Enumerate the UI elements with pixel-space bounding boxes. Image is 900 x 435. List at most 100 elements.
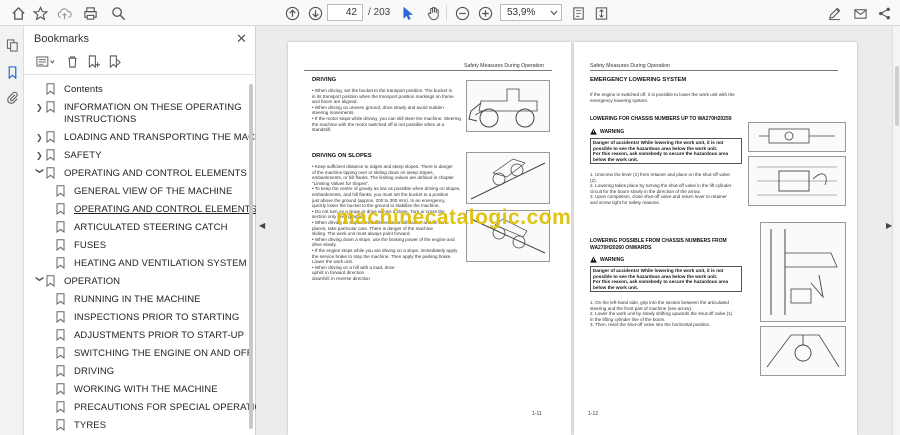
search-icon[interactable] [108,3,128,23]
chevron-right-icon[interactable]: ❯ [36,149,46,160]
bookmark-item[interactable]: RUNNING IN THE MACHINE [56,293,201,311]
chevron-down-icon[interactable]: ❯ [36,168,47,178]
chevron-down-icon [550,10,558,16]
bookmark-item[interactable]: PRECAUTIONS FOR SPECIAL OPERATIONS [56,401,275,419]
bookmark-item[interactable]: ADJUSTMENTS PRIOR TO START-UP [56,329,244,347]
select-cursor-icon[interactable] [397,3,417,23]
valve-figure-4 [760,326,846,376]
new-bookmark-icon[interactable] [85,53,101,69]
bookmark-item[interactable]: Contents [36,83,103,101]
scrollbar-thumb[interactable] [249,84,253,429]
bookmark-label: OPERATION [64,276,121,287]
bookmark-item[interactable]: ARTICULATED STEERING CATCH [56,221,228,239]
star-icon[interactable] [30,3,50,23]
valve-figure-2 [748,156,846,206]
attachments-icon[interactable] [4,89,20,105]
section-title-driving: DRIVING [312,77,337,83]
bookmark-panel-icon[interactable] [4,64,20,80]
bookmark-item[interactable]: TYRES [56,419,106,435]
bookmark-item[interactable]: FUSES [56,239,106,257]
expand-bookmark-icon[interactable] [106,53,122,69]
bookmark-icon [56,401,68,414]
section-title-driving-on-slopes: DRIVING ON SLOPES [312,153,372,159]
page-right: Safety Measures During Operation EMERGEN… [574,42,857,435]
header-rule [304,70,552,71]
page-number-input[interactable]: 42 [327,4,363,21]
zoom-in-icon[interactable] [475,3,495,23]
document-viewport: ◀ ▶ Safety Measures During Operation DRI… [256,26,900,435]
page-left: Safety Measures During Operation DRIVING… [288,42,571,435]
bookmark-options-icon[interactable] [34,53,58,69]
bookmark-icon [56,383,68,396]
warning-label: WARNING [600,256,625,263]
page-number: 1-11 [532,411,542,417]
bookmark-item[interactable]: ❯ LOADING AND TRANSPORTING THE MACHINE [36,131,278,149]
bookmark-icon [56,329,68,342]
bookmark-icon [56,221,68,234]
next-page-icon[interactable] [305,3,325,23]
edit-sign-icon[interactable] [824,3,844,23]
bookmark-label: INFORMATION ON THESE OPERATING INSTRUCTIO… [64,101,242,126]
bookmark-item[interactable]: INSPECTIONS PRIOR TO STARTING [56,311,239,329]
bookmark-icon [56,311,68,324]
delete-bookmark-icon[interactable] [64,53,80,69]
warning-heading-1: WARNING [590,128,624,135]
share-icon[interactable] [874,3,894,23]
email-icon[interactable] [850,3,870,23]
print-icon[interactable] [80,3,100,23]
page-thumbnails-icon[interactable] [4,37,20,53]
navigation-rail [0,26,24,435]
warning-label: WARNING [600,128,625,135]
valve-figure-3 [760,222,846,322]
toolbar: 42 / 203 53,9% [0,0,900,26]
zoom-level-select[interactable]: 53,9% [500,4,562,21]
bookmark-label: Contents [64,84,103,95]
wheel-loader-drawing-icon [468,88,538,128]
chevron-down-icon[interactable]: ❯ [36,276,47,286]
bookmark-item[interactable]: ❯ OPERATING AND CONTROL ELEMENTS [36,167,247,185]
bookmark-label: OPERATING AND CONTROL ELEMENTS [64,168,247,179]
bookmark-label: PRECAUTIONS FOR SPECIAL OPERATIONS [74,402,276,413]
lowering-steps-1: 1. Unscrew the lever (1) from retainer a… [590,172,732,205]
bookmark-item[interactable]: WORKING WITH THE MACHINE [56,383,218,401]
scroll-mode-icon[interactable] [591,3,611,23]
upload-cloud-icon[interactable] [54,3,74,23]
toolbar-divider [446,5,447,21]
bookmark-item[interactable]: ❯ OPERATION [36,275,120,293]
bookmark-label: WORKING WITH THE MACHINE [74,384,218,395]
bookmark-item[interactable]: ❯ INFORMATION ON THESE OPERATING INSTRUCT… [36,101,242,129]
bookmark-item[interactable]: HEATING AND VENTILATION SYSTEM [56,257,247,275]
bookmark-icon [46,167,58,180]
slope-figure-1 [466,152,550,204]
close-icon[interactable]: ✕ [236,31,247,47]
scrollbar-thumb[interactable] [895,66,899,126]
bookmark-icon [46,131,58,144]
bookmark-icon [56,257,68,270]
page-header: Safety Measures During Operation [590,63,670,69]
caret-left-icon[interactable]: ◀ [259,221,265,230]
fit-page-icon[interactable] [568,3,588,23]
bookmark-spacer [36,83,46,85]
bookmark-item-selected[interactable]: OPERATING AND CONTROL ELEMENTS [56,203,257,221]
bookmark-item[interactable]: GENERAL VIEW OF THE MACHINE [56,185,232,203]
chevron-right-icon[interactable]: ❯ [36,101,46,112]
slope-drawing-icon [470,158,546,200]
page-total: / 203 [368,7,391,18]
bookmark-label: FUSES [74,240,107,251]
bookmark-item[interactable]: DRIVING [56,365,114,383]
valve-figure-1 [748,122,846,152]
zoom-out-icon[interactable] [452,3,472,23]
bookmark-item[interactable]: SWITCHING THE ENGINE ON AND OFF [56,347,253,365]
document-scrollbar[interactable] [892,26,900,435]
bookmark-icon [46,83,58,96]
bookmark-label: ARTICULATED STEERING CATCH [74,222,228,233]
hand-tool-icon[interactable] [423,3,443,23]
bookmarks-scrollbar[interactable] [248,78,254,435]
warning-box-1: Danger of accidents! While lowering the … [590,138,742,165]
page-number: 1-12 [588,411,599,417]
previous-page-icon[interactable] [282,3,302,23]
bookmark-item[interactable]: ❯ SAFETY [36,149,102,167]
warning-box-2: Danger of accidents! While lowering the … [590,266,742,293]
chevron-right-icon[interactable]: ❯ [36,131,46,142]
home-icon[interactable] [8,3,28,23]
